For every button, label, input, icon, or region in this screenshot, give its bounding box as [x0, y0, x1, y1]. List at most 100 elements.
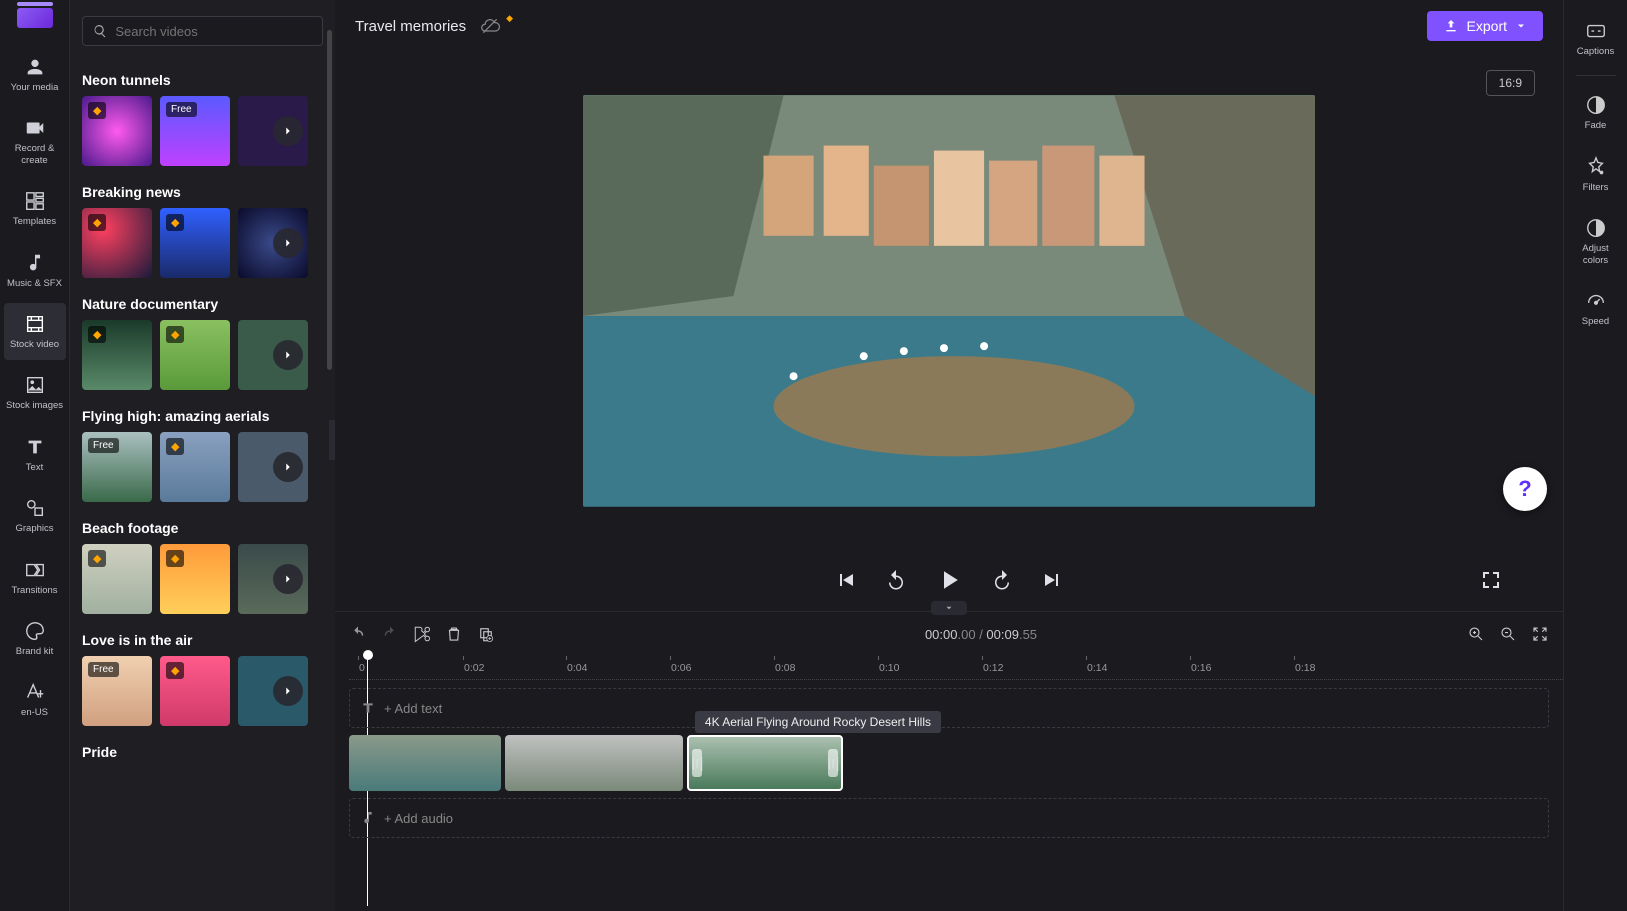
- player-controls: [335, 557, 1563, 611]
- nav-text[interactable]: Text: [4, 426, 66, 483]
- skip-start-button[interactable]: [834, 568, 858, 592]
- text-track[interactable]: + Add text: [349, 688, 1549, 728]
- chevron-right-icon: [281, 572, 295, 586]
- expand-panel-button[interactable]: [931, 601, 967, 615]
- category-next-button[interactable]: [273, 564, 303, 594]
- clip-trim-handle-right[interactable]: 〣: [828, 749, 838, 777]
- zoom-in-button[interactable]: [1467, 625, 1485, 643]
- tool-label: Fade: [1585, 120, 1607, 131]
- speed-button[interactable]: Speed: [1568, 280, 1624, 337]
- tick: 0:08: [775, 662, 795, 674]
- video-clip[interactable]: [349, 735, 501, 791]
- nav-brand-kit[interactable]: Brand kit: [4, 610, 66, 667]
- nav-your-media[interactable]: Your media: [4, 46, 66, 103]
- stock-thumb[interactable]: ◆: [160, 656, 230, 726]
- nav-templates[interactable]: Templates: [4, 180, 66, 237]
- duplicate-button[interactable]: [477, 625, 495, 643]
- tick: 0:18: [1295, 662, 1315, 674]
- timeline-toolbar: 00:00.00 / 00:09.55: [335, 612, 1563, 656]
- category-next-button[interactable]: [273, 452, 303, 482]
- playhead[interactable]: [363, 650, 373, 660]
- nav-stock-video[interactable]: Stock video: [4, 303, 66, 360]
- stock-thumb[interactable]: ◆: [82, 208, 152, 278]
- stock-thumb[interactable]: ◆: [160, 208, 230, 278]
- stock-thumb[interactable]: Free: [160, 96, 230, 166]
- free-badge: Free: [88, 662, 119, 677]
- nav-label: en-US: [21, 707, 48, 718]
- nav-music-sfx[interactable]: Music & SFX: [4, 242, 66, 299]
- chevron-right-icon: [281, 460, 295, 474]
- right-toolbar: Captions Fade Filters Adjust colors Spee…: [1563, 0, 1627, 911]
- premium-badge: ◆: [166, 662, 184, 679]
- text-icon: [360, 700, 376, 716]
- category-next-button[interactable]: [273, 228, 303, 258]
- skip-end-button[interactable]: [1040, 568, 1064, 592]
- category-next-button[interactable]: [273, 340, 303, 370]
- video-clip[interactable]: [505, 735, 683, 791]
- category-next-button[interactable]: [273, 116, 303, 146]
- nav-label: Music & SFX: [7, 278, 62, 289]
- time-total: 00:09: [986, 627, 1019, 642]
- timeline-ruler[interactable]: 0 0:02 0:04 0:06 0:08 0:10 0:12 0:14 0:1…: [349, 656, 1563, 680]
- main-area: Travel memories ◆ Export: [335, 0, 1563, 911]
- fullscreen-button[interactable]: [1479, 568, 1503, 592]
- zoom-out-button[interactable]: [1499, 625, 1517, 643]
- fade-button[interactable]: Fade: [1568, 84, 1624, 141]
- undo-button[interactable]: [349, 625, 367, 643]
- nav-transitions[interactable]: Transitions: [4, 549, 66, 606]
- stock-thumb[interactable]: ◆: [82, 320, 152, 390]
- video-preview[interactable]: [583, 95, 1315, 507]
- scrollbar-thumb[interactable]: [327, 30, 332, 370]
- preview-area: 16:9: [335, 52, 1563, 557]
- camera-icon: [24, 117, 46, 139]
- video-clip-selected[interactable]: 〣 〣 4K Aerial Flying Around Rocky Desert…: [687, 735, 843, 791]
- rewind-button[interactable]: [884, 568, 908, 592]
- aspect-ratio-button[interactable]: 16:9: [1486, 70, 1535, 96]
- fit-timeline-button[interactable]: [1531, 625, 1549, 643]
- stock-thumb[interactable]: ◆: [82, 96, 152, 166]
- captions-button[interactable]: Captions: [1568, 10, 1624, 67]
- clip-trim-handle-left[interactable]: 〣: [692, 749, 702, 777]
- app-logo[interactable]: [17, 8, 53, 28]
- delete-button[interactable]: [445, 625, 463, 643]
- thumb-row: ◆ ◆: [82, 544, 323, 614]
- adjust-colors-button[interactable]: Adjust colors: [1568, 207, 1624, 276]
- split-button[interactable]: [413, 625, 431, 643]
- cloud-sync-off-icon[interactable]: [480, 16, 500, 36]
- play-button[interactable]: [934, 565, 964, 595]
- project-name[interactable]: Travel memories: [355, 18, 466, 35]
- stock-thumb[interactable]: Free: [82, 656, 152, 726]
- question-icon: ?: [1518, 476, 1531, 502]
- nav-locale[interactable]: en-US: [4, 671, 66, 728]
- nav-graphics[interactable]: Graphics: [4, 487, 66, 544]
- stock-thumb[interactable]: ◆: [82, 544, 152, 614]
- search-box[interactable]: [82, 16, 323, 46]
- forward-button[interactable]: [990, 568, 1014, 592]
- font-locale-icon: [24, 681, 46, 703]
- stock-thumb[interactable]: ◆: [160, 432, 230, 502]
- video-track[interactable]: 〣 〣 4K Aerial Flying Around Rocky Desert…: [349, 734, 1549, 792]
- time-current: 00:00: [925, 627, 958, 642]
- nav-label: Transitions: [11, 585, 57, 596]
- chevron-right-icon: [281, 236, 295, 250]
- premium-badge: ◆: [166, 214, 184, 231]
- stock-thumb[interactable]: Free: [82, 432, 152, 502]
- premium-badge: ◆: [166, 550, 184, 567]
- tool-label: Filters: [1583, 182, 1609, 193]
- search-input[interactable]: [115, 24, 312, 39]
- premium-badge: ◆: [88, 326, 106, 343]
- search-icon: [93, 23, 107, 39]
- premium-badge: ◆: [166, 438, 184, 455]
- thumb-row: Free ◆: [82, 656, 323, 726]
- nav-record-create[interactable]: Record & create: [4, 107, 66, 176]
- nav-stock-images[interactable]: Stock images: [4, 364, 66, 421]
- stock-thumb[interactable]: ◆: [160, 544, 230, 614]
- filters-button[interactable]: Filters: [1568, 146, 1624, 203]
- category-next-button[interactable]: [273, 676, 303, 706]
- help-button[interactable]: ?: [1503, 467, 1547, 511]
- stock-thumb[interactable]: ◆: [160, 320, 230, 390]
- tick: 0:06: [671, 662, 691, 674]
- export-button[interactable]: Export: [1427, 11, 1543, 41]
- redo-button[interactable]: [381, 625, 399, 643]
- audio-track[interactable]: + Add audio: [349, 798, 1549, 838]
